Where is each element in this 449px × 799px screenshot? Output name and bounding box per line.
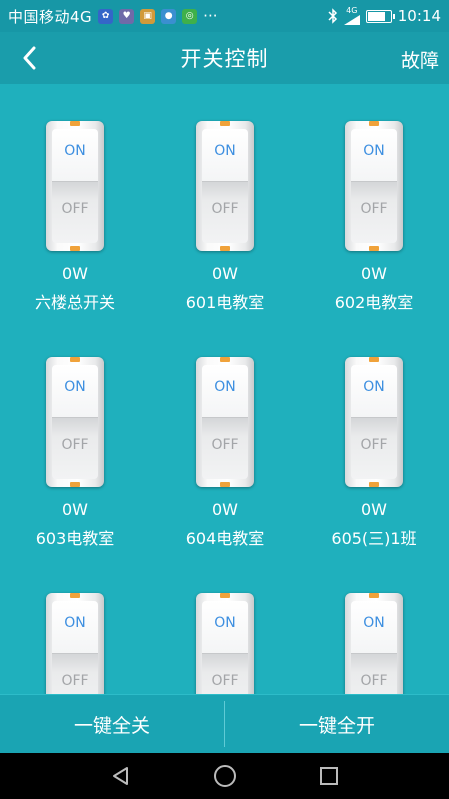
nav-recents-button[interactable] xyxy=(316,763,342,789)
switch-on-label: ON xyxy=(363,379,385,395)
clock: 10:14 xyxy=(397,7,441,25)
message-app-icon: ♥ xyxy=(119,8,135,24)
rocker-switch[interactable]: ON OFF xyxy=(196,593,254,694)
switch-cell: ON OFF 0W 601电教室 xyxy=(150,84,300,319)
switch-on-label: ON xyxy=(64,615,86,631)
switch-tab-bottom xyxy=(220,246,230,251)
switch-power: 0W xyxy=(62,264,88,283)
switch-cell: ON OFF 0W 六楼总开关 xyxy=(0,84,150,319)
switch-name: 六楼总开关 xyxy=(34,293,115,312)
carrier-label: 中国移动4G xyxy=(8,7,93,26)
switch-name: 601电教室 xyxy=(185,293,265,312)
switch-on-label: ON xyxy=(64,379,86,395)
page-title: 开关控制 xyxy=(180,47,269,71)
switch-off-label: OFF xyxy=(360,201,388,217)
switch-off-label: OFF xyxy=(61,673,89,689)
switch-name: 605(三)1班 xyxy=(331,529,417,548)
switch-off-label: OFF xyxy=(211,201,239,217)
switch-name: 602电教室 xyxy=(334,293,414,312)
switch-cell: ON OFF 0W 604电教室 xyxy=(150,320,300,555)
back-button[interactable] xyxy=(14,42,46,74)
square-recents-icon xyxy=(319,767,338,785)
switch-power: 0W xyxy=(212,500,238,519)
baidu-paw-icon: ✿ xyxy=(98,8,114,24)
rocker-switch[interactable]: ON OFF xyxy=(46,121,104,251)
header: 开关控制 故障 xyxy=(0,32,449,84)
all-off-button[interactable]: 一键全关 xyxy=(0,695,224,753)
nav-back-button[interactable] xyxy=(108,763,134,789)
switch-off-label: OFF xyxy=(360,673,388,689)
switch-on-label: ON xyxy=(214,379,236,395)
chevron-left-icon xyxy=(23,46,36,70)
rocker-switch[interactable]: ON OFF xyxy=(46,593,104,694)
switch-on-label: ON xyxy=(214,615,236,631)
switch-name: 603电教室 xyxy=(35,529,115,548)
switch-tab-top xyxy=(70,357,80,362)
switch-off-label: OFF xyxy=(211,437,239,453)
rocker-switch[interactable]: ON OFF xyxy=(196,121,254,251)
battery-fill xyxy=(367,11,385,21)
switch-grid: ON OFF 0W 六楼总开关 ON OFF 0W 601电教室 ON OFF 0W 602电教室 ON… xyxy=(0,84,449,694)
bluetooth-icon xyxy=(328,8,337,24)
switch-tab-top xyxy=(220,121,230,126)
switch-power: 0W xyxy=(62,500,88,519)
circle-home-icon xyxy=(213,765,236,787)
rocker-switch[interactable]: ON OFF xyxy=(345,121,403,251)
rocker-switch[interactable]: ON OFF xyxy=(345,593,403,694)
switch-cell: ON OFF 0W 602电教室 xyxy=(299,84,449,319)
all-on-button[interactable]: 一键全开 xyxy=(225,695,449,753)
switch-cell: ON OFF 0W 603电教室 xyxy=(0,320,150,555)
switch-tab-bottom xyxy=(369,246,379,251)
switch-on-label: ON xyxy=(363,615,385,631)
signal-strength-icon xyxy=(343,15,360,25)
switch-cell: ON OFF xyxy=(150,556,300,694)
switch-tab-top xyxy=(220,357,230,362)
switch-on-label: ON xyxy=(363,143,385,159)
nav-home-button[interactable] xyxy=(212,763,238,789)
switch-off-label: OFF xyxy=(61,201,89,217)
bottom-action-bar: 一键全关 一键全开 xyxy=(0,694,449,753)
switch-off-label: OFF xyxy=(211,673,239,689)
switch-tab-bottom xyxy=(70,482,80,487)
switch-power: 0W xyxy=(361,264,387,283)
switch-cell: ON OFF 0W 605(三)1班 xyxy=(299,320,449,555)
switch-power: 0W xyxy=(212,264,238,283)
status-bar: 中国移动4G ✿ ♥ ▣ ● ◎ ··· 4G 10:14 xyxy=(0,0,449,32)
switch-power: 0W xyxy=(361,500,387,519)
switch-tab-bottom xyxy=(220,482,230,487)
rocker-switch[interactable]: ON OFF xyxy=(46,357,104,487)
rocker-switch[interactable]: ON OFF xyxy=(196,357,254,487)
battery-icon xyxy=(365,9,395,23)
switch-tab-top xyxy=(70,121,80,126)
switch-name: 604电教室 xyxy=(185,529,265,548)
more-notifications-icon: ··· xyxy=(203,7,218,25)
switch-cell: ON OFF xyxy=(0,556,150,694)
switch-tab-top xyxy=(369,593,379,598)
network-type-badge: 4G xyxy=(346,6,358,15)
signal-group: 4G xyxy=(343,6,360,25)
switch-tab-top xyxy=(70,593,80,598)
wechat-icon: ◎ xyxy=(182,8,198,24)
switch-tab-top xyxy=(369,121,379,126)
switch-cell: ON OFF xyxy=(299,556,449,694)
switch-tab-top xyxy=(220,593,230,598)
wallet-app-icon: ▣ xyxy=(140,8,156,24)
switch-tab-top xyxy=(369,357,379,362)
switch-on-label: ON xyxy=(214,143,236,159)
status-right: 4G 10:14 xyxy=(328,7,441,25)
status-left: 中国移动4G ✿ ♥ ▣ ● ◎ ··· xyxy=(8,6,217,27)
switch-tab-bottom xyxy=(70,246,80,251)
switch-off-label: OFF xyxy=(61,437,89,453)
switch-on-label: ON xyxy=(64,143,86,159)
switch-tab-bottom xyxy=(369,482,379,487)
chat-bubble-icon: ● xyxy=(161,8,177,24)
switch-off-label: OFF xyxy=(360,437,388,453)
triangle-back-icon xyxy=(112,767,128,785)
system-nav-bar xyxy=(0,753,449,799)
rocker-switch[interactable]: ON OFF xyxy=(345,357,403,487)
fault-button[interactable]: 故障 xyxy=(401,46,439,73)
